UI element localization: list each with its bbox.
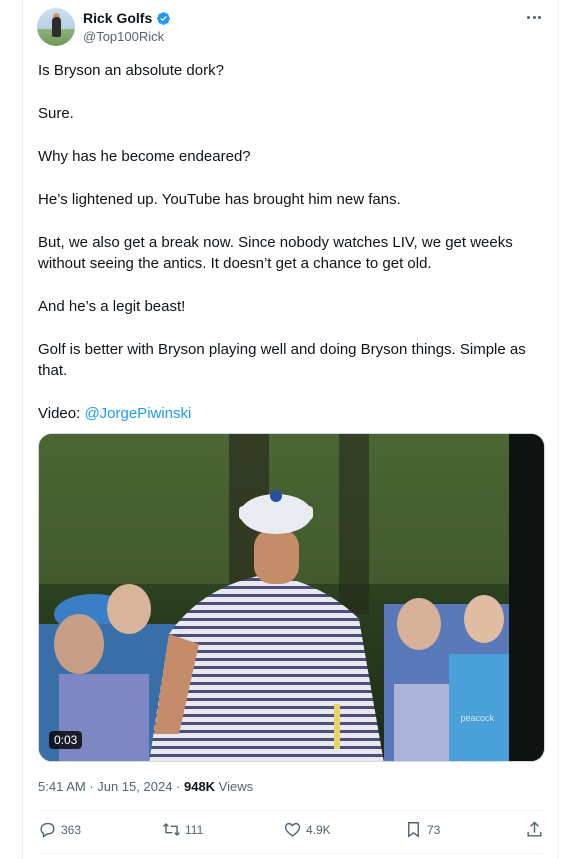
views-count: 948K (183, 779, 216, 794)
like-count: 4.9K (306, 822, 331, 837)
action-bar: 363 111 4.9K 73 (38, 820, 542, 844)
peacock-watermark: peacock (460, 713, 494, 723)
reply-icon (40, 822, 55, 838)
avatar[interactable] (37, 8, 75, 46)
heart-icon (284, 822, 301, 837)
views-label: Views (215, 779, 254, 794)
bookmark-button[interactable]: 73 (404, 820, 440, 839)
tweet-paragraph: Golf is better with Bryson playing well … (38, 341, 530, 379)
video-credit-prefix: Video: (38, 405, 85, 422)
reply-count: 363 (61, 822, 82, 837)
tweet-paragraph: But, we also get a break now. Since nobo… (38, 234, 517, 272)
divider (38, 810, 542, 811)
tweet-timestamp[interactable]: 5:41 AM · Jun 15, 2024 · (38, 779, 184, 794)
tweet-paragraph: He’s lightened up. YouTube has brought h… (38, 191, 401, 208)
tweet-paragraph: And he’s a legit beast! (38, 298, 186, 315)
repost-button[interactable]: 111 (162, 820, 203, 839)
tweet-meta: 5:41 AM · Jun 15, 2024 · 948K Views (38, 779, 253, 794)
repost-count: 111 (185, 822, 204, 837)
author-handle[interactable]: @Top100Rick (83, 29, 164, 44)
reply-button[interactable]: 363 (38, 820, 81, 839)
divider (38, 853, 542, 854)
author-name-row[interactable]: Rick Golfs (83, 10, 171, 26)
tweet-header: Rick Golfs @Top100Rick (37, 8, 545, 48)
share-button[interactable] (525, 820, 544, 839)
author-display-name[interactable]: Rick Golfs (83, 10, 152, 26)
mention-link[interactable]: @JorgePiwinski (84, 405, 191, 422)
video-player[interactable]: peacock 0:03 (38, 433, 545, 762)
repost-icon (163, 822, 180, 837)
video-duration-badge: 0:03 (49, 731, 83, 749)
bookmark-icon (408, 822, 419, 838)
more-options-icon[interactable] (525, 10, 543, 24)
like-button[interactable]: 4.9K (283, 820, 331, 839)
video-credit: Video: @JorgePiwinski (38, 403, 538, 424)
tweet-paragraph: Sure. (38, 105, 74, 122)
share-icon (527, 821, 542, 837)
tweet-paragraph: Why has he become endeared? (38, 148, 251, 165)
tweet-card: Rick Golfs @Top100Rick Is Bryson an abso… (22, 0, 558, 859)
verified-badge-icon (157, 11, 171, 25)
video-frame: peacock (39, 434, 544, 761)
tweet-text: Is Bryson an absolute dork? Sure. Why ha… (38, 60, 538, 424)
tweet-paragraph: Is Bryson an absolute dork? (38, 62, 224, 79)
bookmark-count: 73 (427, 822, 441, 837)
